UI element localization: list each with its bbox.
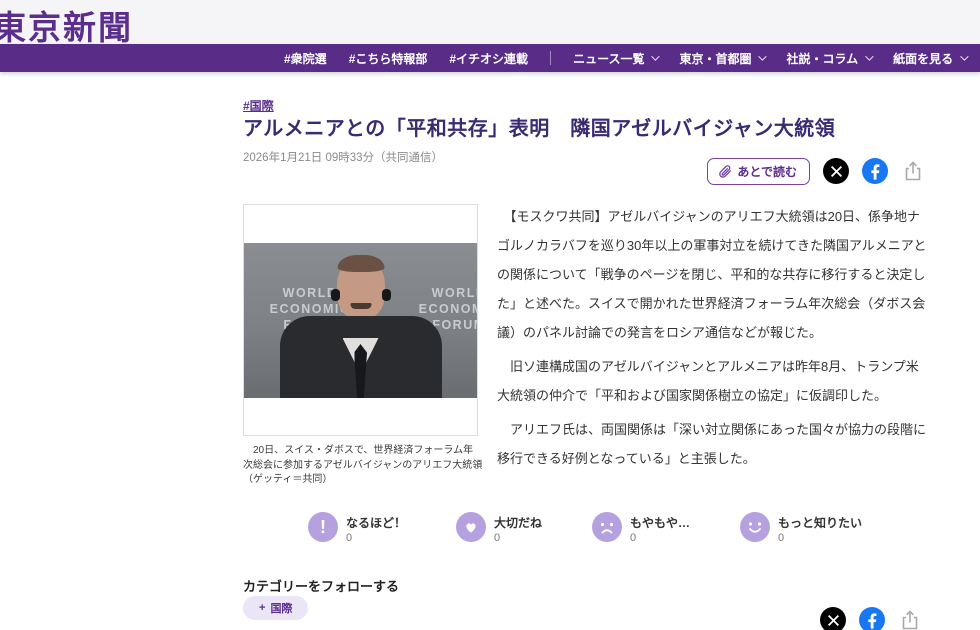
share-facebook-button[interactable] [862,158,888,184]
follow-tag-international[interactable]: + 国際 [243,596,308,620]
article-dateline: 2026年1月21日 09時33分（共同通信） [243,149,443,165]
article-body: 【モスクワ共同】アゼルバイジャンのアリエフ大統領は20日、係争地ナゴルノカラバフ… [497,202,927,478]
reaction-bar: ! なるほど！ 0 大切だね 0 もやもや [243,512,927,545]
nav-item-label: ニュース一覧 [573,50,644,67]
chevron-down-icon [865,52,873,60]
reaction-label: もやもや… [630,514,690,531]
reaction-taisetsu[interactable]: 大切だね 0 [456,512,542,545]
reaction-count: 0 [346,531,406,545]
sad-face-icon [592,512,622,542]
article-headline: アルメニアとの「平和共存」表明 隣国アゼルバイジャン大統領 [243,112,933,141]
facebook-logo-icon [859,607,885,630]
paperclip-icon [717,164,732,179]
article-figure: WORLD ECONOMIC FORUM WORLD ECONOMIC FORU… [243,204,478,488]
happy-face-icon [740,512,770,542]
reaction-label: もっと知りたい [778,514,862,531]
share-facebook-button-bottom[interactable] [859,607,885,630]
nav-item-news-list[interactable]: ニュース一覧 [573,50,657,67]
exclamation-glyph: ! [320,518,326,536]
person-mustache [350,303,371,309]
photo-caption: 20日、スイス・ダボスで、世界経済フォーラム年次総会に参加するアゼルバイジャンの… [243,444,483,488]
nav-item-label: 紙面を見る [893,50,953,67]
reaction-count: 0 [494,531,542,545]
follow-category-heading: カテゴリーをフォローする [243,576,399,595]
article-action-row: あとで読む [707,156,925,186]
bottom-share-row [820,607,922,630]
headphone-right [382,289,391,301]
nav-item-hash-1[interactable]: #こちら特報部 [349,50,428,67]
share-upload-icon [898,608,922,630]
nav-separator [550,51,551,65]
article-photo[interactable]: WORLD ECONOMIC FORUM WORLD ECONOMIC FORU… [243,204,478,436]
share-generic-button[interactable] [901,159,925,183]
reaction-count: 0 [630,531,690,545]
site-header: 東京新聞 [0,0,980,44]
nav-item-label: 社説・コラム [786,50,858,67]
reaction-motto[interactable]: もっと知りたい 0 [740,512,862,545]
reaction-naruhodo[interactable]: ! なるほど！ 0 [308,512,406,545]
article-paragraph: 【モスクワ共同】アゼルバイジャンのアリエフ大統領は20日、係争地ナゴルノカラバフ… [497,202,927,347]
article-paragraph: アリエフ氏は、両国関係は「深い対立関係にあった国々が協力の段階に移行できる好例と… [497,415,927,473]
reaction-label: なるほど！ [346,514,406,531]
person-hair [337,255,384,272]
photo-scene: WORLD ECONOMIC FORUM WORLD ECONOMIC FORU… [244,243,477,398]
facebook-logo-icon [862,158,888,184]
nav-item-paper-view[interactable]: 紙面を見る [893,50,966,67]
wef-line: WORLD [403,285,477,301]
site-logo[interactable]: 東京新聞 [0,1,133,49]
share-generic-button-bottom[interactable] [898,608,922,630]
read-later-button[interactable]: あとで読む [707,158,810,185]
nav-item-label: 東京・首都圏 [679,50,751,67]
reaction-moyamoya[interactable]: もやもや… 0 [592,512,690,545]
wef-line: ECONOMIC [403,301,477,317]
follow-tag-label: 国際 [270,600,292,616]
share-upload-icon [901,159,925,183]
chevron-down-icon [759,52,767,60]
exclamation-icon: ! [308,512,338,542]
share-x-button[interactable] [823,158,849,184]
nav-item-editorial-column[interactable]: 社説・コラム [786,50,871,67]
nav-item-hash-2[interactable]: #イチオシ連載 [449,50,528,67]
reaction-label: 大切だね [494,514,542,531]
chevron-down-icon [960,52,968,60]
x-logo-icon [830,165,843,178]
article-paragraph: 旧ソ連構成国のアゼルバイジャンとアルメニアは昨年8月、トランプ米大統領の仲介で「… [497,352,927,410]
x-logo-icon [827,614,840,627]
reaction-count: 0 [778,531,862,545]
read-later-label: あとで読む [737,163,797,180]
share-x-button-bottom[interactable] [820,607,846,630]
page: 東京新聞 #衆院選 #こちら特報部 #イチオシ連載 ニュース一覧 東京・首都圏 … [0,0,980,630]
nav-item-hash-0[interactable]: #衆院選 [284,50,327,67]
headphone-left [331,289,340,301]
chevron-down-icon [652,52,660,60]
main-navbar: #衆院選 #こちら特報部 #イチオシ連載 ニュース一覧 東京・首都圏 社説・コラ… [0,44,980,72]
nav-item-tokyo-metro[interactable]: 東京・首都圏 [679,50,764,67]
heart-icon [456,512,486,542]
plus-icon: + [259,602,265,614]
